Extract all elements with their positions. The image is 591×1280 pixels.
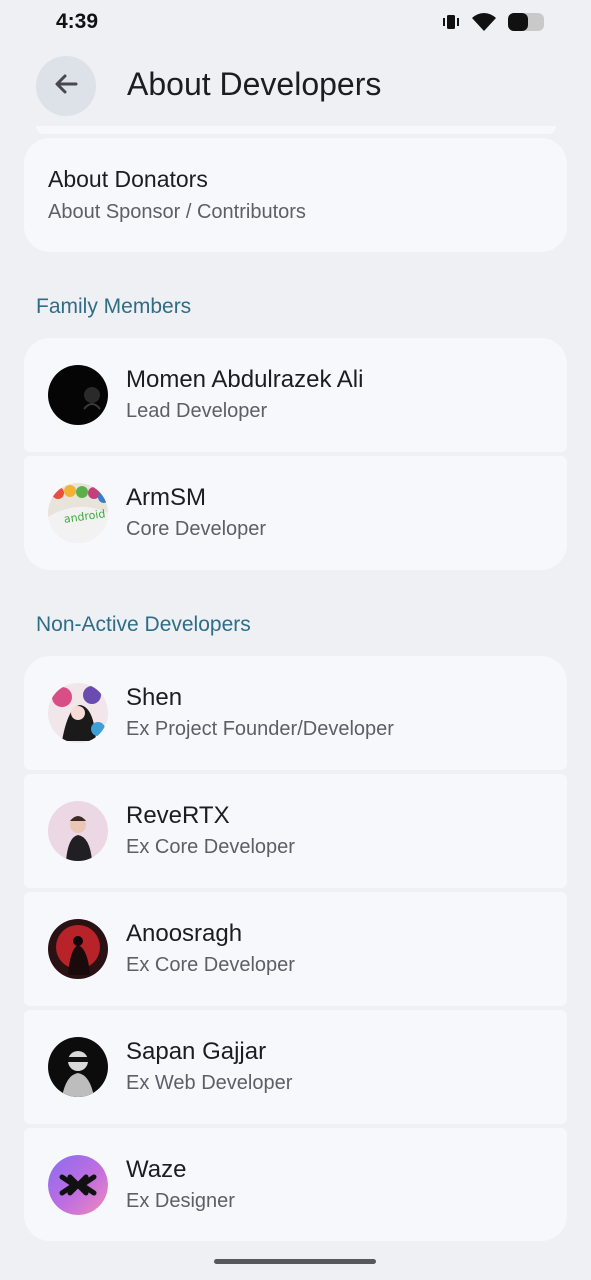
developer-row[interactable]: Momen Abdulrazek Ali Lead Developer	[24, 338, 567, 452]
about-donators-subtitle: About Sponsor / Contributors	[48, 201, 306, 223]
developer-role: Ex Web Developer	[126, 1072, 293, 1094]
wifi-icon	[471, 12, 497, 37]
developer-role: Ex Project Founder/Developer	[126, 718, 394, 740]
battery-icon	[507, 12, 547, 37]
avatar	[48, 683, 108, 743]
developer-row[interactable]: android ArmSM Core Developer	[24, 456, 567, 570]
developer-role: Ex Core Developer	[126, 836, 295, 858]
avatar	[48, 1155, 108, 1215]
developer-role: Core Developer	[126, 518, 267, 540]
vibrate-icon	[441, 12, 461, 37]
avatar	[48, 801, 108, 861]
about-donators-title: About Donators	[48, 166, 208, 192]
developer-row[interactable]: Shen Ex Project Founder/Developer	[24, 656, 567, 770]
developer-row[interactable]: Anoosragh Ex Core Developer	[24, 892, 567, 1006]
avatar	[48, 365, 108, 425]
home-indicator[interactable]	[214, 1259, 376, 1264]
avatar: android	[48, 483, 108, 543]
avatar	[48, 919, 108, 979]
about-donators-card[interactable]: About Donators About Sponsor / Contribut…	[24, 138, 567, 252]
back-button[interactable]	[36, 56, 96, 116]
arrow-back-icon	[52, 70, 80, 103]
status-bar: 4:39	[0, 0, 591, 46]
section-header-family-members: Family Members	[36, 295, 192, 318]
developer-row[interactable]: Waze Ex Designer	[24, 1128, 567, 1241]
previous-card-edge	[36, 126, 556, 134]
developer-role: Ex Core Developer	[126, 954, 295, 976]
developer-name: Sapan Gajjar	[126, 1038, 267, 1065]
developer-name: Waze	[126, 1156, 187, 1183]
status-time: 4:39	[56, 10, 99, 33]
developer-row[interactable]: ReveRTX Ex Core Developer	[24, 774, 567, 888]
developer-name: ReveRTX	[126, 802, 230, 829]
developer-name: Momen Abdulrazek Ali	[126, 366, 364, 393]
status-icons	[441, 12, 547, 37]
developer-row[interactable]: Sapan Gajjar Ex Web Developer	[24, 1010, 567, 1124]
developer-name: Anoosragh	[126, 920, 243, 947]
developer-name: Shen	[126, 684, 183, 711]
avatar	[48, 1037, 108, 1097]
developer-name: ArmSM	[126, 484, 206, 511]
page-title: About Developers	[127, 66, 382, 102]
developer-role: Lead Developer	[126, 400, 268, 422]
section-header-non-active-developers: Non-Active Developers	[36, 613, 251, 636]
developer-role: Ex Designer	[126, 1190, 235, 1212]
top-app-bar: About Developers	[0, 46, 591, 126]
